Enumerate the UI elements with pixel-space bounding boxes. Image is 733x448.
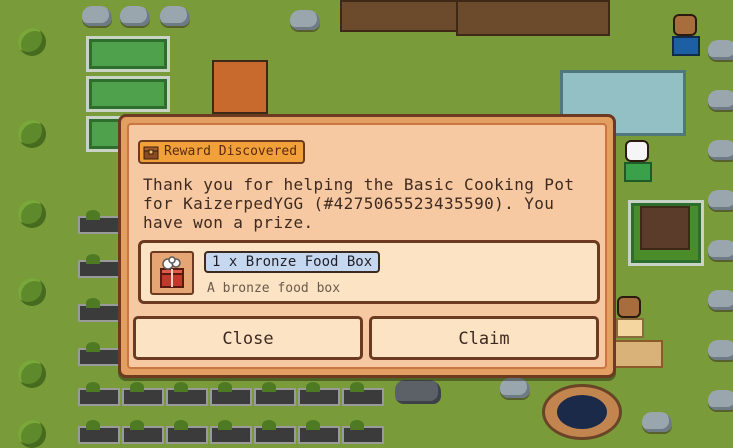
bush (18, 28, 46, 56)
rock (708, 190, 733, 210)
rock (708, 290, 733, 310)
bush (18, 120, 46, 148)
claim-button[interactable]: Claim (369, 316, 599, 360)
rock (708, 90, 733, 110)
tag-label: Reward Discovered (164, 144, 298, 159)
farm-plot (166, 382, 208, 406)
bush (18, 200, 46, 228)
market-stall (212, 60, 268, 114)
villager-character[interactable] (672, 14, 700, 56)
farm-plot (78, 298, 120, 322)
reward-message: Thank you for helping the Basic Cooking … (143, 175, 575, 232)
farm-plot (78, 254, 120, 278)
farm-plot (210, 420, 252, 444)
rock (120, 6, 150, 26)
farm-plot (342, 420, 384, 444)
rock (708, 40, 733, 60)
rock (708, 390, 733, 410)
fence (613, 340, 663, 368)
rock (642, 412, 672, 432)
farm-plot (166, 420, 208, 444)
greenhouse (86, 76, 170, 112)
farm-plot (78, 382, 120, 406)
close-button[interactable]: Close (133, 316, 363, 360)
farm-plot (254, 382, 296, 406)
reward-description: A bronze food box (207, 281, 341, 296)
bush (18, 420, 46, 448)
reward-discovered-tag: Reward Discovered (138, 140, 306, 164)
farm-plot (254, 420, 296, 444)
farm-plot (298, 382, 340, 406)
reward-modal: Reward Discovered Thank you for helping … (118, 114, 616, 378)
reward-name-pill: 1 x Bronze Food Box (204, 251, 381, 273)
reward-icon-frame (150, 251, 194, 295)
rock (290, 10, 320, 30)
farm-plot (122, 420, 164, 444)
treasure-chest-icon (143, 146, 159, 160)
rock (708, 340, 733, 360)
farm-plot (342, 382, 384, 406)
rock (708, 140, 733, 160)
greenhouse (86, 36, 170, 72)
bush (18, 360, 46, 388)
farm-plot (298, 420, 340, 444)
farm-plot (78, 342, 120, 366)
bronze-food-box-icon (160, 256, 184, 288)
stove-top (640, 206, 690, 250)
farm-plot (122, 382, 164, 406)
farm-plot (78, 420, 120, 444)
farm-plot (210, 382, 252, 406)
rock (395, 380, 441, 404)
rock (500, 378, 530, 398)
farm-plot (78, 210, 120, 234)
player-character[interactable] (616, 296, 644, 338)
rock (708, 240, 733, 260)
wooden-building (456, 0, 610, 36)
well (542, 384, 622, 440)
reward-item-card: 1 x Bronze Food Box A bronze food box (138, 240, 600, 304)
rock (82, 6, 112, 26)
bush (18, 278, 46, 306)
chef-character[interactable] (624, 140, 652, 182)
rock (160, 6, 190, 26)
